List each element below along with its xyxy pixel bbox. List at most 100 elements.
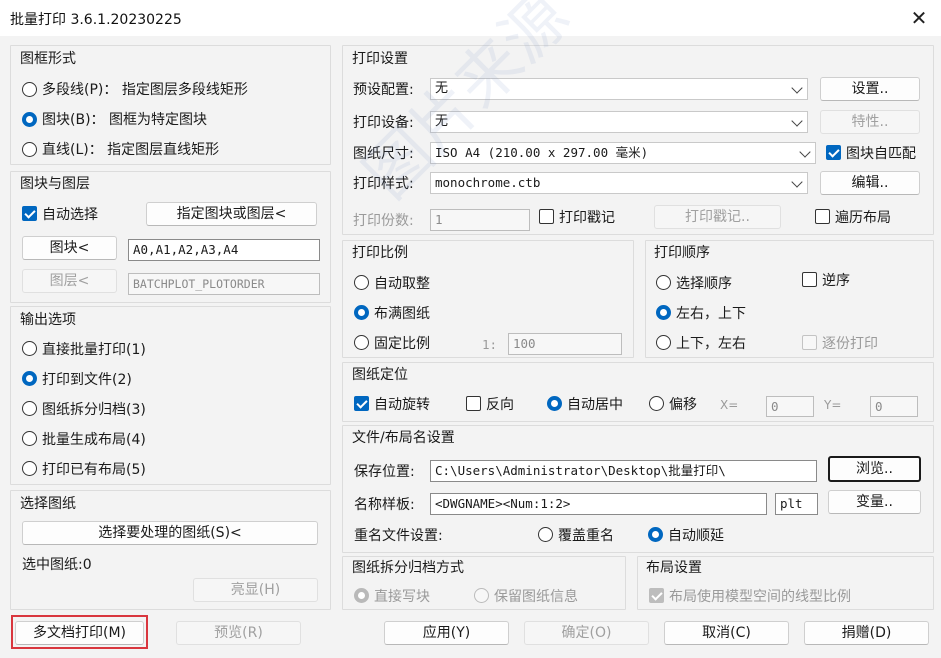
radio-print-to-file[interactable]: [22, 371, 37, 386]
radio-offset-label[interactable]: 偏移: [669, 394, 697, 414]
radio-print-layouts-label[interactable]: 打印已有布局(5): [42, 459, 146, 479]
group-title: 打印顺序: [654, 245, 710, 261]
auto-rotate-checkbox[interactable]: [354, 396, 369, 411]
radio-print-layouts[interactable]: [22, 461, 37, 476]
block-names-input[interactable]: A0,A1,A2,A3,A4: [128, 239, 320, 261]
radio-batch-layout-label[interactable]: 批量生成布局(4): [42, 429, 146, 449]
edit-button[interactable]: 编辑..: [820, 171, 920, 195]
close-icon[interactable]: ✕: [897, 0, 941, 36]
layout-settings-group: 布局设置 布局使用模型空间的线型比例: [637, 556, 934, 610]
radio-split-archive-label[interactable]: 图纸拆分归档(3): [42, 399, 146, 419]
radio-auto-increment-label[interactable]: 自动顺延: [668, 525, 724, 545]
paper-combo[interactable]: ISO A4 (210.00 x 297.00 毫米): [430, 142, 816, 164]
collate-label[interactable]: 逐份打印: [822, 333, 878, 353]
auto-fit-label[interactable]: 图块自匹配: [846, 143, 916, 163]
save-location-input[interactable]: C:\Users\Administrator\Desktop\批量打印\: [430, 460, 817, 482]
name-template-input[interactable]: <DWGNAME><Num:1:2>: [430, 493, 767, 515]
radio-tb-lr[interactable]: [656, 335, 671, 350]
style-combo[interactable]: monochrome.ctb: [430, 172, 808, 194]
variables-button[interactable]: 变量..: [828, 490, 921, 514]
auto-select-checkbox[interactable]: [22, 206, 37, 221]
linetype-scale-label[interactable]: 布局使用模型空间的线型比例: [669, 586, 851, 606]
radio-auto-center[interactable]: [547, 396, 562, 411]
browse-button[interactable]: 浏览..: [828, 456, 921, 482]
donate-button[interactable]: 捐赠(D): [804, 621, 929, 645]
batch-print-dialog: 批量打印 3.6.1.20230225 ✕ 图框形式 多段线(P)： 指定图层多…: [0, 0, 941, 658]
frame-form-group: 图框形式 多段线(P)： 指定图层多段线矩形 图块(B)： 图框为特定图块 直线…: [10, 45, 331, 165]
radio-auto-center-label[interactable]: 自动居中: [567, 394, 623, 414]
device-combo[interactable]: 无: [430, 111, 808, 133]
preset-combo[interactable]: 无: [430, 78, 808, 100]
radio-line[interactable]: [22, 142, 37, 157]
device-label: 打印设备:: [353, 115, 414, 131]
auto-rotate-label[interactable]: 自动旋转: [374, 394, 430, 414]
stamp-label[interactable]: 打印戳记: [559, 207, 615, 227]
reverse-order-label[interactable]: 逆序: [822, 270, 850, 290]
stamp-button[interactable]: 打印戳记..: [654, 205, 781, 229]
radio-select-order[interactable]: [656, 275, 671, 290]
radio-fit-paper-label[interactable]: 布满图纸: [374, 303, 430, 323]
extension-input[interactable]: plt: [775, 493, 818, 515]
traverse-layout-label[interactable]: 遍历布局: [835, 207, 891, 227]
layer-name-input[interactable]: BATCHPLOT_PLOTORDER: [128, 273, 320, 295]
radio-tb-lr-label[interactable]: 上下，左右: [676, 333, 746, 353]
x-offset-input[interactable]: 0: [766, 396, 814, 417]
setup-button[interactable]: 设置..: [820, 77, 920, 101]
reverse-rotate-label[interactable]: 反向: [486, 394, 514, 414]
traverse-layout-checkbox[interactable]: [815, 209, 830, 224]
layer-button[interactable]: 图层<: [22, 269, 117, 293]
radio-auto-increment[interactable]: [648, 527, 663, 542]
cancel-button[interactable]: 取消(C): [664, 621, 789, 645]
radio-batch-layout[interactable]: [22, 431, 37, 446]
ok-button[interactable]: 确定(O): [524, 621, 649, 645]
radio-polyline[interactable]: [22, 82, 37, 97]
select-sheets-button[interactable]: 选择要处理的图纸(S)<: [22, 521, 318, 545]
radio-fixed-ratio[interactable]: [354, 335, 369, 350]
paper-label: 图纸尺寸:: [353, 146, 414, 162]
radio-block-label[interactable]: 图块(B)： 图框为特定图块: [42, 109, 207, 129]
radio-lr-tb[interactable]: [656, 305, 671, 320]
ratio-input[interactable]: 100: [508, 333, 622, 355]
reverse-rotate-checkbox[interactable]: [466, 396, 481, 411]
y-offset-input[interactable]: 0: [870, 396, 918, 417]
preset-value: 无: [435, 81, 449, 96]
radio-direct-print-label[interactable]: 直接批量打印(1): [42, 339, 146, 359]
radio-fixed-ratio-label[interactable]: 固定比例: [374, 333, 430, 353]
radio-lr-tb-label[interactable]: 左右，上下: [676, 303, 746, 323]
radio-offset[interactable]: [649, 396, 664, 411]
radio-direct-write[interactable]: [354, 588, 369, 603]
radio-auto-round[interactable]: [354, 275, 369, 290]
radio-polyline-label[interactable]: 多段线(P)： 指定图层多段线矩形: [42, 79, 248, 99]
paper-value: ISO A4 (210.00 x 297.00 毫米): [435, 145, 649, 160]
radio-fit-paper[interactable]: [354, 305, 369, 320]
style-value: monochrome.ctb: [435, 175, 541, 190]
print-scale-group: 打印比例 自动取整 布满图纸 固定比例 1: 100: [342, 240, 634, 358]
preview-button[interactable]: 预览(R): [176, 621, 301, 645]
radio-overwrite[interactable]: [538, 527, 553, 542]
radio-keep-info[interactable]: [474, 588, 489, 603]
radio-keep-info-label[interactable]: 保留图纸信息: [494, 586, 578, 606]
radio-direct-print[interactable]: [22, 341, 37, 356]
auto-fit-checkbox[interactable]: [826, 145, 841, 160]
radio-split-archive[interactable]: [22, 401, 37, 416]
radio-block[interactable]: [22, 112, 37, 127]
apply-button[interactable]: 应用(Y): [384, 621, 509, 645]
radio-auto-round-label[interactable]: 自动取整: [374, 273, 430, 293]
auto-select-label[interactable]: 自动选择: [42, 204, 98, 224]
highlight-button[interactable]: 亮显(H): [193, 578, 318, 602]
radio-overwrite-label[interactable]: 覆盖重名: [558, 525, 614, 545]
specify-block-layer-button[interactable]: 指定图块或图层<: [146, 202, 317, 226]
stamp-checkbox[interactable]: [539, 209, 554, 224]
chevron-down-icon: [799, 146, 811, 158]
radio-direct-write-label[interactable]: 直接写块: [374, 586, 430, 606]
radio-print-to-file-label[interactable]: 打印到文件(2): [42, 369, 132, 389]
radio-select-order-label[interactable]: 选择顺序: [676, 273, 732, 293]
copies-input[interactable]: 1: [430, 209, 530, 231]
block-button[interactable]: 图块<: [22, 236, 117, 260]
linetype-scale-checkbox[interactable]: [649, 588, 664, 603]
collate-checkbox[interactable]: [802, 335, 817, 350]
print-settings-group: 打印设置 预设配置: 无 设置.. 打印设备: 无 特性.. 图纸尺寸: ISO…: [342, 45, 934, 235]
properties-button[interactable]: 特性..: [820, 110, 920, 134]
reverse-order-checkbox[interactable]: [802, 272, 817, 287]
radio-line-label[interactable]: 直线(L)： 指定图层直线矩形: [42, 139, 219, 159]
